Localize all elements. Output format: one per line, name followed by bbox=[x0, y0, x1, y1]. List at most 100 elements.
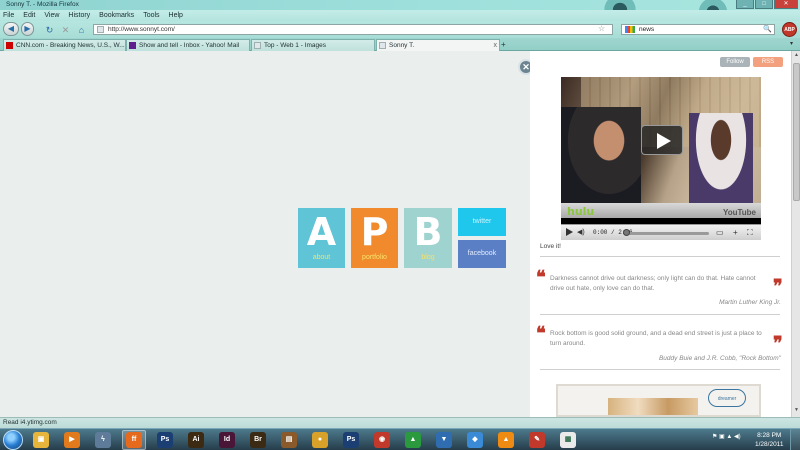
chat-icon[interactable]: ● bbox=[312, 432, 328, 448]
site-favicon bbox=[97, 26, 104, 33]
divider bbox=[540, 314, 780, 315]
facebook-tile[interactable]: facebook bbox=[458, 240, 506, 268]
vertical-scrollbar[interactable]: ▲ ▼ bbox=[791, 51, 800, 417]
tool-icon[interactable]: ✎ bbox=[529, 432, 545, 448]
forward-icon[interactable]: ▶ bbox=[21, 22, 34, 36]
upload-icon[interactable]: ▲ bbox=[405, 432, 421, 448]
tab-label: Show and tell - Inbox - Yahoo! Mail bbox=[139, 42, 240, 49]
navigation-toolbar: ◀ ▶ ↻ ✕ ⌂ http://www.sonnyt.com/ ☆ news … bbox=[0, 21, 800, 38]
close-window-button[interactable]: ✕ bbox=[774, 0, 798, 9]
illustrator-icon[interactable]: Ai bbox=[188, 432, 204, 448]
status-bar: Read i4.ytimg.com bbox=[0, 417, 800, 428]
stop-icon[interactable]: ✕ bbox=[59, 24, 72, 36]
follow-button[interactable]: Follow bbox=[720, 57, 750, 67]
scroll-down-icon[interactable]: ▼ bbox=[793, 407, 800, 416]
portfolio-letter: P bbox=[360, 210, 389, 254]
tab-sonny-t[interactable]: Sonny T. x bbox=[376, 39, 500, 51]
clock-date: 1/28/2011 bbox=[755, 441, 784, 448]
search-bar[interactable]: news 🔍 bbox=[621, 24, 775, 35]
quote-text: Rock bottom is good solid ground, and a … bbox=[550, 330, 762, 347]
play-icon[interactable] bbox=[566, 228, 573, 236]
home-icon[interactable]: ⌂ bbox=[75, 24, 88, 36]
bridge-icon[interactable]: Br bbox=[250, 432, 266, 448]
search-icon[interactable]: 🔍 bbox=[763, 25, 772, 34]
scroll-thumb[interactable] bbox=[793, 63, 800, 201]
about-tile[interactable]: A about bbox=[298, 208, 345, 268]
menu-bookmarks[interactable]: Bookmarks bbox=[99, 12, 134, 19]
blog-tile[interactable]: B blog bbox=[404, 208, 452, 268]
title-bar: Sonny T. - Mozilla Firefox bbox=[0, 0, 800, 10]
side-panel: Follow RSS hulu YouTube ◀) 0:00 / 2:56 ▭… bbox=[530, 51, 791, 417]
bookmark-star-icon[interactable]: ☆ bbox=[598, 24, 605, 33]
maximize-button[interactable]: □ bbox=[755, 0, 773, 9]
page-icon bbox=[254, 42, 261, 49]
portfolio-label: portfolio bbox=[362, 254, 387, 261]
new-tab-icon[interactable]: + bbox=[501, 40, 506, 49]
show-desktop-button[interactable] bbox=[790, 429, 800, 450]
photoshop-icon[interactable]: Ps bbox=[157, 432, 173, 448]
open-quote-icon: ❝ bbox=[536, 323, 546, 344]
firefox-icon[interactable]: ff bbox=[126, 432, 142, 448]
menu-history[interactable]: History bbox=[68, 12, 90, 19]
plus-icon[interactable]: + bbox=[733, 228, 738, 237]
vlc-icon[interactable]: ▲ bbox=[498, 432, 514, 448]
menu-file[interactable]: File bbox=[3, 12, 14, 19]
seek-handle[interactable] bbox=[623, 229, 630, 236]
close-quote-icon: ❞ bbox=[773, 276, 783, 297]
adblock-plus-icon[interactable]: ABP bbox=[782, 22, 797, 37]
portfolio-tile[interactable]: P portfolio bbox=[351, 208, 398, 268]
chrome-icon[interactable]: ◉ bbox=[374, 432, 390, 448]
cnn-icon bbox=[6, 42, 13, 49]
video-player[interactable]: hulu YouTube ◀) 0:00 / 2:56 ▭ + ⛶ bbox=[561, 77, 761, 240]
tab-list-icon[interactable]: ▾ bbox=[790, 40, 793, 47]
tab-bar: CNN.com - Breaking News, U.S., W... Show… bbox=[0, 38, 800, 51]
media-player-icon[interactable]: ▶ bbox=[64, 432, 80, 448]
explorer-icon[interactable]: ▣ bbox=[33, 432, 49, 448]
tab-yahoo-mail[interactable]: Show and tell - Inbox - Yahoo! Mail bbox=[126, 39, 250, 51]
shield-icon[interactable]: ◆ bbox=[467, 432, 483, 448]
archive-icon[interactable]: ▤ bbox=[281, 432, 297, 448]
play-overlay-icon[interactable] bbox=[641, 125, 683, 155]
menu-help[interactable]: Help bbox=[169, 12, 183, 19]
video-caption: Love it! bbox=[540, 243, 561, 250]
about-letter: A bbox=[306, 210, 337, 254]
tab-web-images[interactable]: Top - Web 1 - Images bbox=[251, 39, 375, 51]
back-icon[interactable]: ◀ bbox=[3, 22, 19, 36]
twitter-tile[interactable]: twitter bbox=[458, 208, 506, 236]
volume-icon[interactable]: ◀) bbox=[577, 228, 585, 236]
menu-edit[interactable]: Edit bbox=[23, 12, 35, 19]
scroll-up-icon[interactable]: ▲ bbox=[793, 52, 800, 61]
photoshop2-icon[interactable]: Ps bbox=[343, 432, 359, 448]
google-icon[interactable] bbox=[625, 26, 635, 33]
tab-label: Top - Web 1 - Images bbox=[264, 42, 327, 49]
youtube-logo: YouTube bbox=[722, 208, 756, 217]
captions-icon[interactable]: ▭ bbox=[716, 228, 724, 237]
quote-author: Buddy Buie and J.R. Cobb, "Rock Bottom" bbox=[658, 355, 781, 362]
quote-author: Martin Luther King Jr. bbox=[719, 299, 781, 306]
window-controls: _ □ ✕ bbox=[735, 0, 798, 10]
url-bar[interactable]: http://www.sonnyt.com/ bbox=[93, 24, 613, 35]
clock[interactable]: 8:28 PM 1/28/2011 bbox=[755, 431, 783, 449]
advertisement[interactable]: dreamer bbox=[556, 384, 761, 417]
system-tray[interactable]: ⚑ ▣ ▲ ◀) bbox=[712, 433, 741, 440]
open-quote-icon: ❝ bbox=[536, 267, 546, 288]
ad-image bbox=[608, 398, 698, 415]
fullscreen-icon[interactable]: ⛶ bbox=[747, 228, 753, 238]
menu-view[interactable]: View bbox=[44, 12, 59, 19]
yahoo-icon bbox=[129, 42, 136, 49]
finder-icon[interactable]: ϟ bbox=[95, 432, 111, 448]
minimize-button[interactable]: _ bbox=[736, 0, 754, 9]
download-icon[interactable]: ▼ bbox=[436, 432, 452, 448]
menu-tools[interactable]: Tools bbox=[143, 12, 159, 19]
close-tab-icon[interactable]: x bbox=[494, 40, 498, 51]
window-title: Sonny T. - Mozilla Firefox bbox=[6, 1, 79, 8]
seek-bar[interactable] bbox=[624, 232, 709, 235]
rss-button[interactable]: RSS bbox=[753, 57, 783, 67]
notes-icon[interactable]: ▦ bbox=[560, 432, 576, 448]
indesign-icon[interactable]: Id bbox=[219, 432, 235, 448]
reload-icon[interactable]: ↻ bbox=[43, 24, 56, 36]
start-button[interactable] bbox=[3, 430, 23, 450]
video-controls: ◀) 0:00 / 2:56 ▭ + ⛶ bbox=[561, 224, 761, 240]
tab-label: Sonny T. bbox=[389, 42, 415, 49]
tab-cnn[interactable]: CNN.com - Breaking News, U.S., W... bbox=[3, 39, 126, 51]
